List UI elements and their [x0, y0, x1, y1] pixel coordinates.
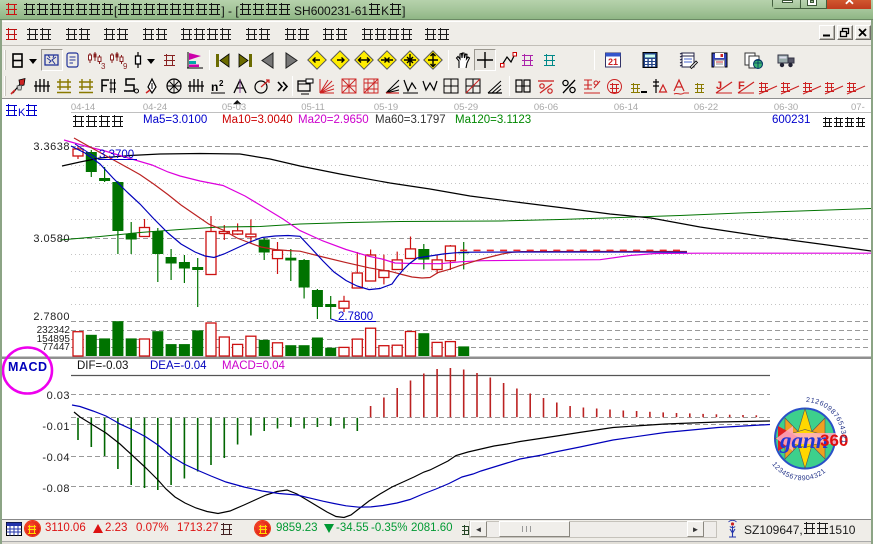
svg-text:2: 2	[219, 79, 224, 88]
svg-text:21: 21	[608, 57, 618, 67]
svg-text:n: n	[211, 80, 218, 94]
svg-text:9: 9	[123, 62, 128, 70]
svg-text:2.7800: 2.7800	[338, 311, 373, 323]
svg-text:3: 3	[101, 62, 106, 70]
svg-text:3.3700: 3.3700	[99, 149, 134, 161]
